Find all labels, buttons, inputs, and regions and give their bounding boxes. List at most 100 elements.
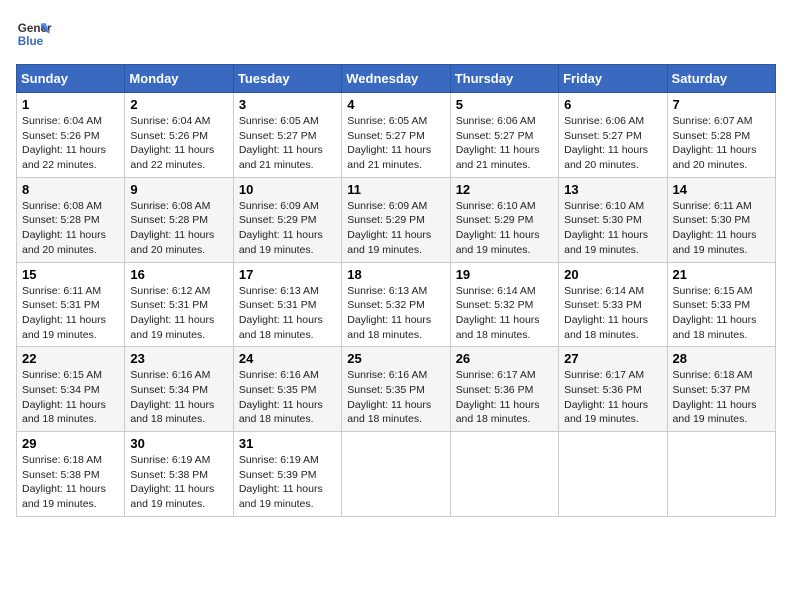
calendar-cell: 18 Sunrise: 6:13 AMSunset: 5:32 PMDaylig…	[342, 262, 450, 347]
day-detail: Sunrise: 6:18 AMSunset: 5:38 PMDaylight:…	[22, 454, 106, 510]
calendar-cell: 30 Sunrise: 6:19 AMSunset: 5:38 PMDaylig…	[125, 432, 233, 517]
day-number: 23	[130, 351, 227, 366]
calendar-cell: 8 Sunrise: 6:08 AMSunset: 5:28 PMDayligh…	[17, 177, 125, 262]
day-detail: Sunrise: 6:19 AMSunset: 5:38 PMDaylight:…	[130, 454, 214, 510]
day-detail: Sunrise: 6:06 AMSunset: 5:27 PMDaylight:…	[456, 115, 540, 171]
day-number: 20	[564, 267, 661, 282]
day-detail: Sunrise: 6:05 AMSunset: 5:27 PMDaylight:…	[239, 115, 323, 171]
day-detail: Sunrise: 6:09 AMSunset: 5:29 PMDaylight:…	[239, 200, 323, 256]
calendar-cell: 13 Sunrise: 6:10 AMSunset: 5:30 PMDaylig…	[559, 177, 667, 262]
day-detail: Sunrise: 6:07 AMSunset: 5:28 PMDaylight:…	[673, 115, 757, 171]
logo: General Blue	[16, 16, 52, 52]
day-detail: Sunrise: 6:10 AMSunset: 5:30 PMDaylight:…	[564, 200, 648, 256]
day-number: 6	[564, 97, 661, 112]
day-detail: Sunrise: 6:16 AMSunset: 5:34 PMDaylight:…	[130, 369, 214, 425]
calendar-cell: 29 Sunrise: 6:18 AMSunset: 5:38 PMDaylig…	[17, 432, 125, 517]
day-number: 30	[130, 436, 227, 451]
day-detail: Sunrise: 6:09 AMSunset: 5:29 PMDaylight:…	[347, 200, 431, 256]
day-number: 31	[239, 436, 336, 451]
calendar-cell: 3 Sunrise: 6:05 AMSunset: 5:27 PMDayligh…	[233, 93, 341, 178]
calendar-cell: 6 Sunrise: 6:06 AMSunset: 5:27 PMDayligh…	[559, 93, 667, 178]
weekday-header-wednesday: Wednesday	[342, 65, 450, 93]
day-detail: Sunrise: 6:06 AMSunset: 5:27 PMDaylight:…	[564, 115, 648, 171]
calendar-cell: 15 Sunrise: 6:11 AMSunset: 5:31 PMDaylig…	[17, 262, 125, 347]
day-detail: Sunrise: 6:10 AMSunset: 5:29 PMDaylight:…	[456, 200, 540, 256]
calendar-cell: 28 Sunrise: 6:18 AMSunset: 5:37 PMDaylig…	[667, 347, 775, 432]
day-number: 3	[239, 97, 336, 112]
calendar-cell: 9 Sunrise: 6:08 AMSunset: 5:28 PMDayligh…	[125, 177, 233, 262]
weekday-header-sunday: Sunday	[17, 65, 125, 93]
logo-icon: General Blue	[16, 16, 52, 52]
svg-text:Blue: Blue	[18, 35, 44, 48]
calendar-cell: 2 Sunrise: 6:04 AMSunset: 5:26 PMDayligh…	[125, 93, 233, 178]
day-number: 14	[673, 182, 770, 197]
day-number: 12	[456, 182, 553, 197]
weekday-header-thursday: Thursday	[450, 65, 558, 93]
day-number: 16	[130, 267, 227, 282]
day-number: 5	[456, 97, 553, 112]
day-number: 8	[22, 182, 119, 197]
day-detail: Sunrise: 6:18 AMSunset: 5:37 PMDaylight:…	[673, 369, 757, 425]
calendar-cell: 19 Sunrise: 6:14 AMSunset: 5:32 PMDaylig…	[450, 262, 558, 347]
day-number: 22	[22, 351, 119, 366]
day-detail: Sunrise: 6:08 AMSunset: 5:28 PMDaylight:…	[22, 200, 106, 256]
day-number: 25	[347, 351, 444, 366]
day-detail: Sunrise: 6:19 AMSunset: 5:39 PMDaylight:…	[239, 454, 323, 510]
day-detail: Sunrise: 6:08 AMSunset: 5:28 PMDaylight:…	[130, 200, 214, 256]
day-number: 29	[22, 436, 119, 451]
day-detail: Sunrise: 6:15 AMSunset: 5:33 PMDaylight:…	[673, 285, 757, 341]
calendar-cell: 1 Sunrise: 6:04 AMSunset: 5:26 PMDayligh…	[17, 93, 125, 178]
calendar-cell: 20 Sunrise: 6:14 AMSunset: 5:33 PMDaylig…	[559, 262, 667, 347]
calendar-cell: 16 Sunrise: 6:12 AMSunset: 5:31 PMDaylig…	[125, 262, 233, 347]
day-number: 19	[456, 267, 553, 282]
calendar-cell	[450, 432, 558, 517]
calendar-cell: 24 Sunrise: 6:16 AMSunset: 5:35 PMDaylig…	[233, 347, 341, 432]
calendar-cell	[342, 432, 450, 517]
day-detail: Sunrise: 6:12 AMSunset: 5:31 PMDaylight:…	[130, 285, 214, 341]
day-detail: Sunrise: 6:04 AMSunset: 5:26 PMDaylight:…	[130, 115, 214, 171]
calendar-cell: 17 Sunrise: 6:13 AMSunset: 5:31 PMDaylig…	[233, 262, 341, 347]
calendar-cell: 14 Sunrise: 6:11 AMSunset: 5:30 PMDaylig…	[667, 177, 775, 262]
day-number: 28	[673, 351, 770, 366]
day-detail: Sunrise: 6:05 AMSunset: 5:27 PMDaylight:…	[347, 115, 431, 171]
day-number: 11	[347, 182, 444, 197]
day-number: 21	[673, 267, 770, 282]
weekday-header-monday: Monday	[125, 65, 233, 93]
day-detail: Sunrise: 6:17 AMSunset: 5:36 PMDaylight:…	[564, 369, 648, 425]
weekday-header-saturday: Saturday	[667, 65, 775, 93]
day-number: 10	[239, 182, 336, 197]
day-detail: Sunrise: 6:17 AMSunset: 5:36 PMDaylight:…	[456, 369, 540, 425]
weekday-header-friday: Friday	[559, 65, 667, 93]
calendar-cell	[667, 432, 775, 517]
calendar-table: SundayMondayTuesdayWednesdayThursdayFrid…	[16, 64, 776, 517]
day-detail: Sunrise: 6:16 AMSunset: 5:35 PMDaylight:…	[239, 369, 323, 425]
day-number: 27	[564, 351, 661, 366]
calendar-cell: 5 Sunrise: 6:06 AMSunset: 5:27 PMDayligh…	[450, 93, 558, 178]
calendar-week-4: 22 Sunrise: 6:15 AMSunset: 5:34 PMDaylig…	[17, 347, 776, 432]
calendar-cell: 7 Sunrise: 6:07 AMSunset: 5:28 PMDayligh…	[667, 93, 775, 178]
calendar-cell: 21 Sunrise: 6:15 AMSunset: 5:33 PMDaylig…	[667, 262, 775, 347]
day-detail: Sunrise: 6:15 AMSunset: 5:34 PMDaylight:…	[22, 369, 106, 425]
page-header: General Blue	[16, 16, 776, 52]
day-number: 24	[239, 351, 336, 366]
calendar-cell: 22 Sunrise: 6:15 AMSunset: 5:34 PMDaylig…	[17, 347, 125, 432]
calendar-cell: 12 Sunrise: 6:10 AMSunset: 5:29 PMDaylig…	[450, 177, 558, 262]
day-detail: Sunrise: 6:13 AMSunset: 5:31 PMDaylight:…	[239, 285, 323, 341]
day-detail: Sunrise: 6:11 AMSunset: 5:30 PMDaylight:…	[673, 200, 757, 256]
calendar-cell: 31 Sunrise: 6:19 AMSunset: 5:39 PMDaylig…	[233, 432, 341, 517]
day-number: 9	[130, 182, 227, 197]
calendar-cell: 26 Sunrise: 6:17 AMSunset: 5:36 PMDaylig…	[450, 347, 558, 432]
day-detail: Sunrise: 6:11 AMSunset: 5:31 PMDaylight:…	[22, 285, 106, 341]
calendar-cell: 11 Sunrise: 6:09 AMSunset: 5:29 PMDaylig…	[342, 177, 450, 262]
calendar-week-1: 1 Sunrise: 6:04 AMSunset: 5:26 PMDayligh…	[17, 93, 776, 178]
day-number: 26	[456, 351, 553, 366]
day-number: 15	[22, 267, 119, 282]
calendar-week-3: 15 Sunrise: 6:11 AMSunset: 5:31 PMDaylig…	[17, 262, 776, 347]
day-detail: Sunrise: 6:16 AMSunset: 5:35 PMDaylight:…	[347, 369, 431, 425]
day-detail: Sunrise: 6:04 AMSunset: 5:26 PMDaylight:…	[22, 115, 106, 171]
day-number: 1	[22, 97, 119, 112]
calendar-week-2: 8 Sunrise: 6:08 AMSunset: 5:28 PMDayligh…	[17, 177, 776, 262]
day-number: 18	[347, 267, 444, 282]
day-number: 13	[564, 182, 661, 197]
day-number: 17	[239, 267, 336, 282]
